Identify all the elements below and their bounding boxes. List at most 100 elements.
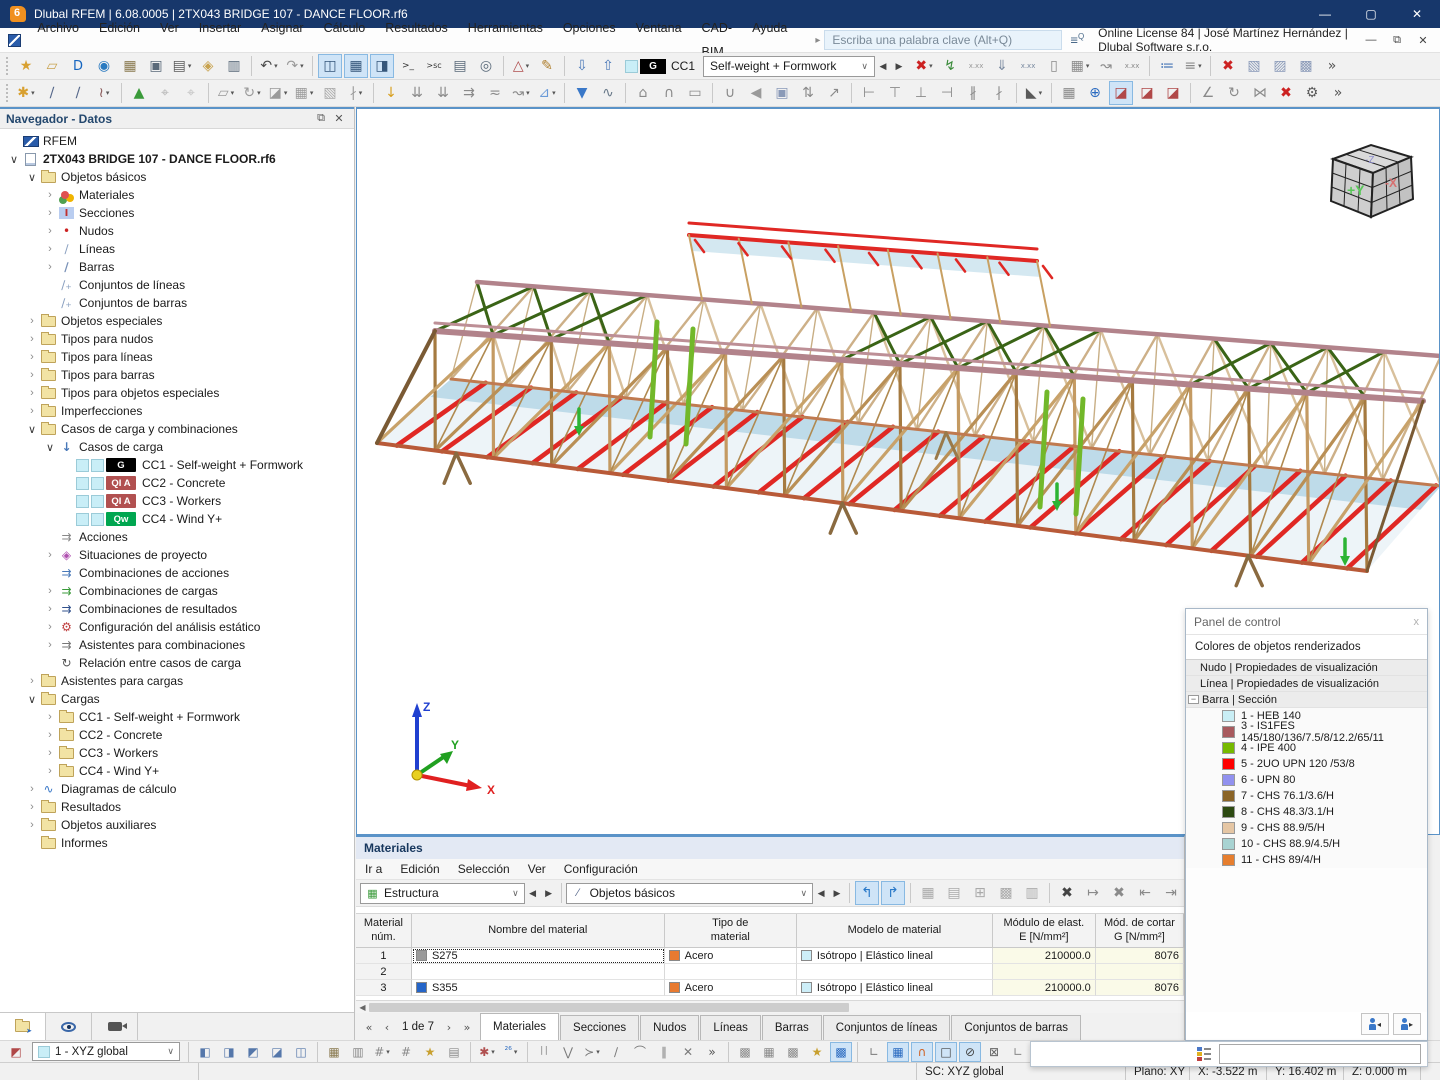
result-diagram-1-icon[interactable]: ⊢ xyxy=(857,81,881,105)
navigation-cube[interactable]: +Y -X -Z xyxy=(1319,135,1423,227)
table-row[interactable]: 3 S355 Acero Isótropo | Elástico lineal 2100… xyxy=(356,980,1184,996)
table-cell[interactable]: Acero xyxy=(664,948,797,964)
tree-item[interactable]: › I Secciones xyxy=(0,204,354,222)
delete-col-icon[interactable]: ✖ xyxy=(1107,881,1131,905)
mirror-icon[interactable]: ⋈ xyxy=(1248,81,1272,105)
view-model-icon[interactable]: ◩ xyxy=(5,1042,27,1062)
table-tab-conjuntos-de-barras[interactable]: Conjuntos de barras xyxy=(951,1015,1081,1040)
tree-expander-icon[interactable]: › xyxy=(24,801,40,813)
tree-expander-icon[interactable]: ∨ xyxy=(24,693,40,706)
table-view-icon[interactable]: ▦ xyxy=(916,881,940,905)
tree-item[interactable]: › Tipos para líneas xyxy=(0,348,354,366)
maximize-button[interactable]: ▢ xyxy=(1348,0,1394,28)
ramp-icon[interactable]: ↝ xyxy=(1094,54,1118,78)
table-tab-conjuntos-de-l-neas[interactable]: Conjuntos de líneas xyxy=(822,1015,951,1040)
tree-expander-icon[interactable]: › xyxy=(24,369,40,381)
tree-item[interactable]: › ⇉ Asistentes para combinaciones xyxy=(0,636,354,654)
load-value-icon[interactable]: x.xx xyxy=(1016,54,1040,78)
search-input[interactable] xyxy=(824,30,1063,50)
mdi-minimize-button[interactable]: — xyxy=(1358,29,1384,51)
grid-icon[interactable]: ▦ xyxy=(1057,81,1081,105)
tree-expander-icon[interactable]: › xyxy=(42,747,58,759)
tree-expander-icon[interactable]: ∨ xyxy=(42,441,58,454)
tree-item[interactable]: › Tipos para barras xyxy=(0,366,354,384)
imposed-load-icon[interactable]: ↝ ▾ xyxy=(509,81,533,105)
tree-expander-icon[interactable]: › xyxy=(42,207,58,219)
tree-expander-icon[interactable]: › xyxy=(42,243,58,255)
overflow2-icon[interactable]: » xyxy=(1326,81,1350,105)
new-hinge-icon[interactable]: ⌖ xyxy=(153,81,177,105)
tree-item[interactable]: › Objetos auxiliares xyxy=(0,816,354,834)
view-flip-icon[interactable]: ⇅ xyxy=(796,81,820,105)
snap-perp-icon[interactable]: ≻ ▾ xyxy=(581,1042,603,1062)
mesh-icon[interactable]: ▦ ▾ xyxy=(292,81,316,105)
tree-item[interactable]: › Tipos para nudos xyxy=(0,330,354,348)
tree-item[interactable]: Qw CC4 - Wind Y+ xyxy=(0,510,354,528)
table-cell[interactable]: 2 xyxy=(356,964,412,980)
spotlight-icon[interactable]: ◎ xyxy=(474,54,498,78)
materials-menu-ver[interactable]: Ver xyxy=(519,857,555,881)
row-settings-icon[interactable]: ▩ xyxy=(994,881,1018,905)
save-loads-icon[interactable]: ≔ xyxy=(1155,54,1179,78)
pager-next-button[interactable]: › xyxy=(440,1021,458,1034)
navigator-close-icon[interactable]: ✕ xyxy=(330,112,348,125)
filter-view-icon[interactable]: ▼ xyxy=(570,81,594,105)
tree-expander-icon[interactable]: › xyxy=(42,189,58,201)
tree-expander-icon[interactable]: › xyxy=(42,729,58,741)
tree-expander-icon[interactable]: › xyxy=(24,405,40,417)
new-line-icon[interactable]: ∕ xyxy=(40,81,64,105)
category-prev-button[interactable]: ◀ xyxy=(813,883,829,904)
notes-icon[interactable]: ▯ xyxy=(1042,54,1066,78)
tree-item[interactable]: ∨ Objetos básicos xyxy=(0,168,354,186)
export-row-icon[interactable]: ↦ xyxy=(1081,881,1105,905)
tree-item[interactable]: › ∕ Barras xyxy=(0,258,354,276)
table-group-combo[interactable]: ▦ Estructura ∨ xyxy=(360,882,525,904)
magnet-icon[interactable]: ∩ xyxy=(911,1041,933,1062)
table-cell[interactable] xyxy=(411,964,665,980)
tree-expander-icon[interactable]: › xyxy=(24,351,40,363)
settings-icon[interactable]: ⚙ xyxy=(1300,81,1324,105)
orbit-icon[interactable]: ↻ xyxy=(1222,81,1246,105)
tree-item[interactable]: › CC3 - Workers xyxy=(0,744,354,762)
tree-item[interactable]: › CC1 - Self-weight + Formwork xyxy=(0,708,354,726)
tree-item[interactable]: › Objetos especiales xyxy=(0,312,354,330)
result-diagram-6-icon[interactable]: ∤ xyxy=(987,81,1011,105)
workplane-1-icon[interactable]: ◧ xyxy=(194,1042,216,1062)
col-left-icon[interactable]: ⇤ xyxy=(1133,881,1157,905)
tree-expander-icon[interactable]: › xyxy=(24,819,40,831)
overflow3-icon[interactable]: » xyxy=(701,1042,723,1062)
osnap-star-icon[interactable]: ★ xyxy=(806,1042,828,1062)
table-cell[interactable]: 8076 xyxy=(1095,980,1184,996)
tree-item[interactable]: › ∕ Líneas xyxy=(0,240,354,258)
table-tab-barras[interactable]: Barras xyxy=(761,1015,822,1040)
tree-item[interactable]: › ⇉ Combinaciones de cargas xyxy=(0,582,354,600)
tree-item[interactable]: ∨ Casos de carga y combinaciones xyxy=(0,420,354,438)
table-cell[interactable]: Isótropo | Elástico lineal xyxy=(796,948,993,964)
workplane-xy-icon[interactable]: ◪ xyxy=(1109,81,1133,105)
workplane-4-icon[interactable]: ◪ xyxy=(266,1042,288,1062)
guideline-icon[interactable]: ✱ ▾ xyxy=(476,1042,498,1062)
tree-item[interactable]: › Asistentes para cargas xyxy=(0,672,354,690)
result-diagram-2-icon[interactable]: ⊤ xyxy=(883,81,907,105)
render-edit-icon[interactable]: ▩ xyxy=(1294,54,1318,78)
cp-group-row[interactable]: Línea | Propiedades de visualización xyxy=(1186,676,1427,692)
tree-item[interactable]: ∨ 2TX043 BRIDGE 107 - DANCE FLOOR.rf6 xyxy=(0,150,354,168)
osnap-cursor-icon[interactable]: ▩ xyxy=(830,1041,852,1062)
rendered-colors-header[interactable]: Colores de objetos renderizados xyxy=(1186,635,1427,660)
cp-section-row[interactable]: 6 - UPN 80 xyxy=(1186,772,1427,788)
table-cell[interactable] xyxy=(796,964,993,980)
grid-x-icon[interactable]: # ▾ xyxy=(371,1042,393,1062)
navigator-tab-views[interactable] xyxy=(92,1013,138,1040)
tree-expander-icon[interactable]: › xyxy=(24,783,40,795)
dimension-icon[interactable]: ∤ ▾ xyxy=(344,81,368,105)
result-window-icon[interactable]: ⌂ xyxy=(631,81,655,105)
tree-item[interactable]: › ⇉ Combinaciones de resultados xyxy=(0,600,354,618)
new-member-icon[interactable]: ∕ xyxy=(66,81,90,105)
tree-expander-icon[interactable]: › xyxy=(42,225,58,237)
select-special-icon[interactable]: ⊿ ▾ xyxy=(535,81,559,105)
ortho-icon[interactable]: ∟ xyxy=(863,1042,885,1062)
control-panel-close-icon[interactable]: x xyxy=(1414,616,1420,628)
group-next-button[interactable]: ▶ xyxy=(541,883,557,904)
cp-section-row[interactable]: 11 - CHS 89/4/H xyxy=(1186,852,1427,868)
workplane-5-icon[interactable]: ◫ xyxy=(290,1042,312,1062)
